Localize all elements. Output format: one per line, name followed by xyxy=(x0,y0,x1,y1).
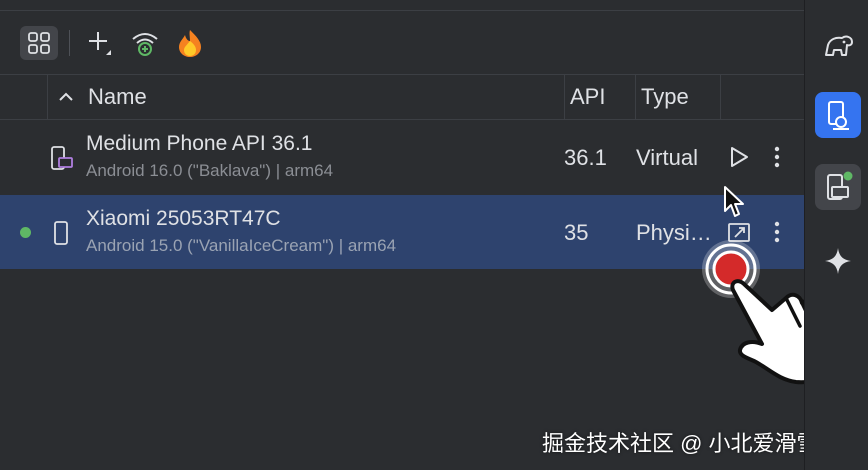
toolbar xyxy=(0,12,804,72)
more-options-icon[interactable] xyxy=(766,144,788,170)
device-name: Medium Phone API 36.1 xyxy=(86,132,313,155)
firebase-icon[interactable] xyxy=(173,26,207,60)
device-row-xiaomi[interactable]: Xiaomi 25053RT47C Android 15.0 ("Vanilla… xyxy=(0,195,804,269)
gradle-elephant-icon[interactable] xyxy=(815,22,861,68)
phone-icon xyxy=(50,219,72,247)
chevron-up-icon[interactable] xyxy=(56,87,76,107)
add-device-icon[interactable] xyxy=(84,26,118,60)
device-subtitle: Android 15.0 ("VanillaIceCream") | arm64 xyxy=(86,236,397,255)
column-header-api[interactable]: API xyxy=(570,75,605,119)
device-type: Virtual xyxy=(636,145,698,170)
device-manager-panel: Name API Type Medium Phone API 36.1 Andr… xyxy=(0,0,847,470)
more-options-icon[interactable] xyxy=(766,219,788,245)
online-status-icon xyxy=(20,227,31,238)
virtual-device-icon xyxy=(50,144,74,172)
table-header: Name API Type xyxy=(0,74,804,120)
watermark-text: 掘金技术社区 @ 小北爱滑雪 xyxy=(542,431,819,456)
play-icon[interactable] xyxy=(726,144,752,170)
mouse-cursor-icon xyxy=(720,184,746,220)
device-api: 36.1 xyxy=(564,145,607,170)
gemini-icon[interactable] xyxy=(815,238,861,284)
running-devices-icon[interactable] xyxy=(815,164,861,210)
device-subtitle: Android 16.0 ("Baklava") | arm64 xyxy=(86,161,334,180)
pair-wifi-icon[interactable] xyxy=(128,26,162,60)
column-header-name[interactable]: Name xyxy=(88,75,147,119)
device-manager-icon[interactable] xyxy=(815,92,861,138)
column-header-type[interactable]: Type xyxy=(641,75,689,119)
device-api: 35 xyxy=(564,220,589,245)
device-row-medium-phone[interactable]: Medium Phone API 36.1 Android 16.0 ("Bak… xyxy=(0,120,804,194)
tool-window-sidebar xyxy=(804,0,868,470)
device-grid-icon[interactable] xyxy=(20,26,58,60)
device-name: Xiaomi 25053RT47C xyxy=(86,207,281,230)
